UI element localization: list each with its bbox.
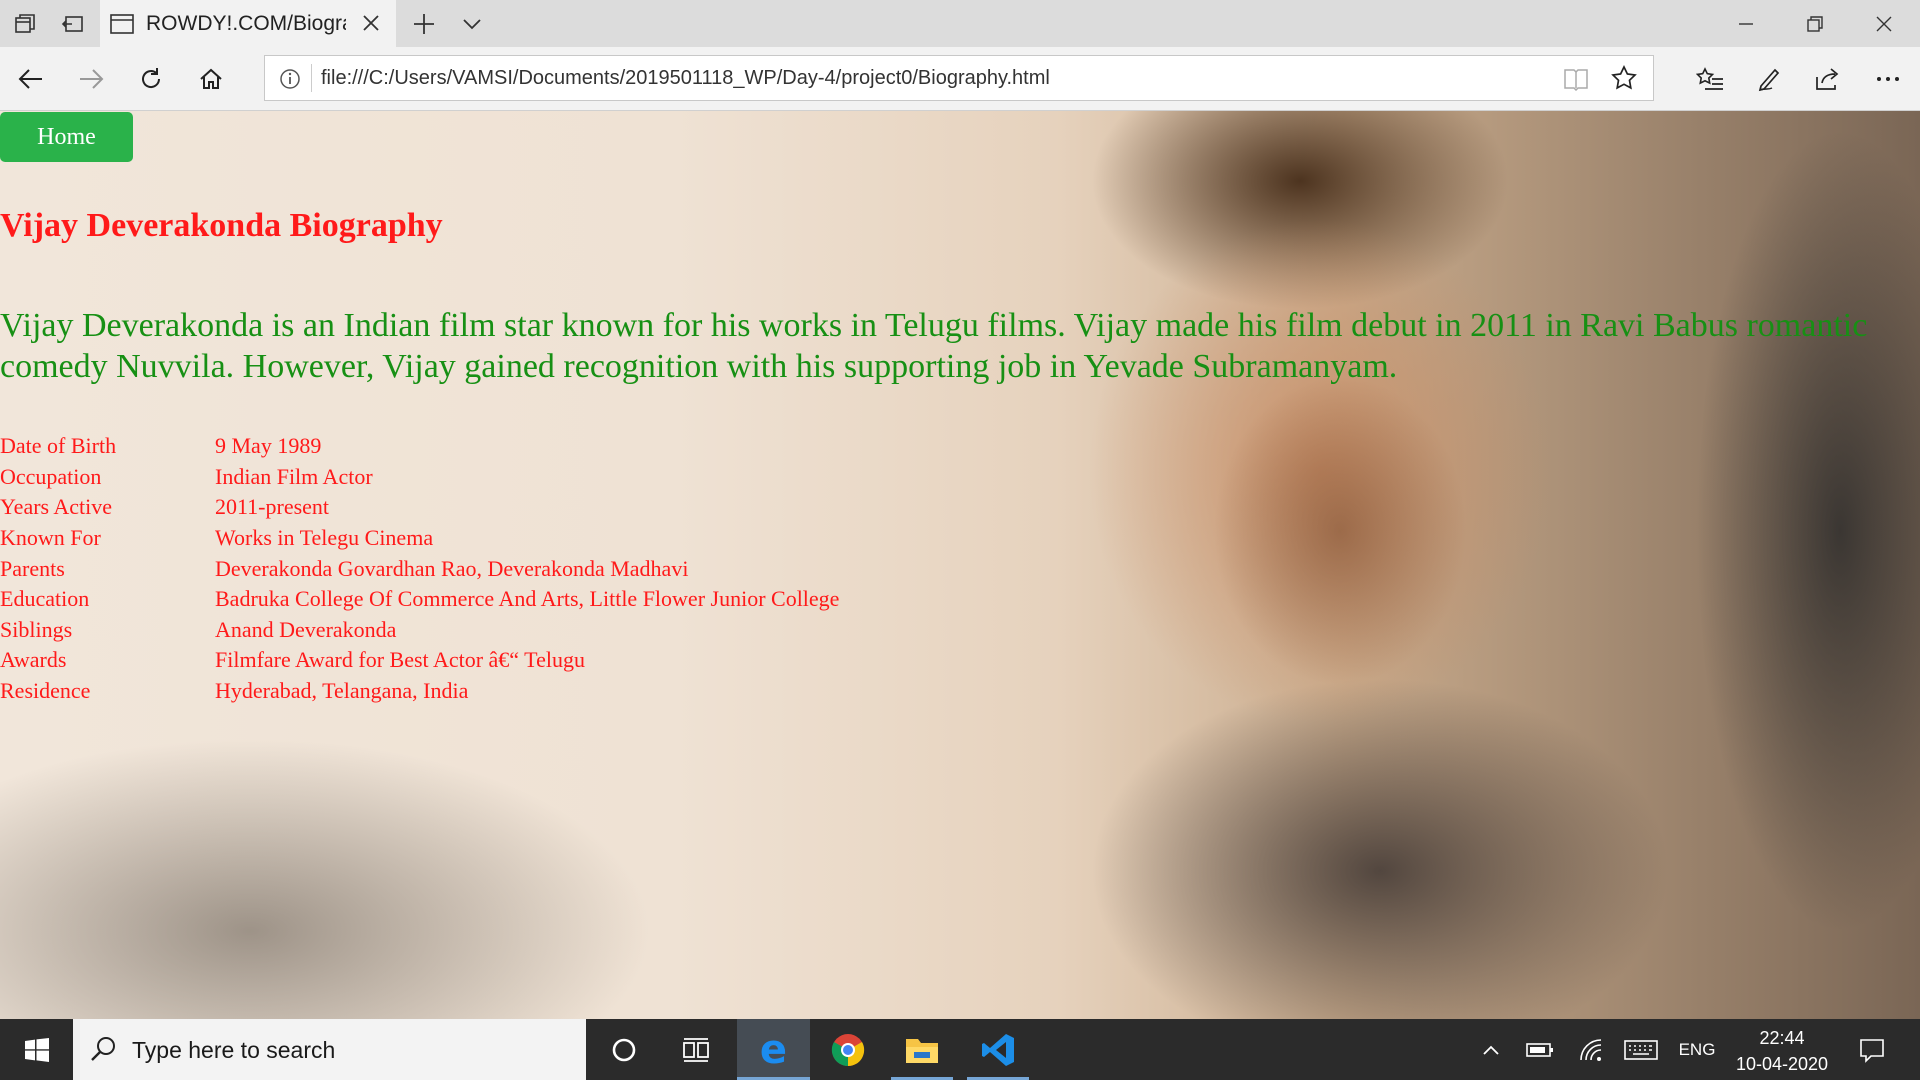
- fact-row: Known For Works in Telegu Cinema: [0, 523, 839, 554]
- reading-view-icon[interactable]: [1563, 67, 1589, 96]
- bio-paragraph: Vijay Deverakonda is an Indian film star…: [0, 307, 1868, 385]
- fact-label: Residence: [0, 678, 91, 704]
- restore-icon[interactable]: [1781, 0, 1849, 47]
- fact-label: Date of Birth: [0, 433, 117, 459]
- active-tab[interactable]: ROWDY!.COM/Biography: [100, 0, 396, 47]
- url-divider: [311, 64, 312, 92]
- fact-value: 2011-present: [215, 494, 330, 520]
- fact-label: Occupation: [0, 463, 102, 489]
- fact-value: Works in Telegu Cinema: [215, 525, 434, 551]
- fact-value: 9 May 1989: [215, 433, 322, 459]
- home-icon[interactable]: [189, 57, 233, 101]
- new-tab-icon[interactable]: [407, 8, 441, 40]
- fact-row: Residence Hyderabad, Telangana, India: [0, 676, 839, 707]
- task-view-icon[interactable]: [665, 1019, 727, 1080]
- navigation-bar: file:///C:/Users/VAMSI/Documents/2019501…: [0, 47, 1920, 111]
- fact-row: Date of Birth 9 May 1989: [0, 431, 839, 462]
- page-title: Vijay Deverakonda Biography: [0, 207, 443, 244]
- language-indicator[interactable]: ENG: [1672, 1019, 1722, 1080]
- fact-row: Awards Filmfare Award for Best Actor â€“ …: [0, 645, 839, 676]
- close-icon[interactable]: [362, 14, 380, 37]
- fact-row: Years Active 2011-present: [0, 492, 839, 523]
- info-icon[interactable]: [279, 68, 301, 95]
- search-icon: [89, 1035, 117, 1068]
- chevron-down-icon[interactable]: [455, 8, 489, 40]
- fact-row: Occupation Indian Film Actor: [0, 462, 839, 493]
- favorites-list-icon[interactable]: [1688, 57, 1732, 101]
- fact-value: Filmfare Award for Best Actor â€“ Telugu: [215, 647, 585, 673]
- fact-label: Awards: [0, 647, 67, 673]
- page-viewport: Home Vijay Deverakonda Biography Vijay D…: [0, 111, 1920, 1019]
- clock[interactable]: 22:44 10-04-2020: [1730, 1025, 1834, 1077]
- fact-value: Hyderabad, Telangana, India: [215, 678, 469, 704]
- vscode-icon[interactable]: [967, 1019, 1029, 1080]
- facts-table: Date of Birth 9 May 1989 Occupation Indian…: [0, 431, 839, 706]
- share-icon[interactable]: [1806, 57, 1850, 101]
- back-arrow-icon[interactable]: [9, 57, 53, 101]
- cortana-icon[interactable]: [593, 1019, 655, 1080]
- tab-bar: ROWDY!.COM/Biography: [0, 0, 1920, 47]
- clock-time: 22:44: [1759, 1028, 1805, 1048]
- clock-date: 10-04-2020: [1735, 1054, 1829, 1074]
- fact-row: Siblings Anand Deverakonda: [0, 615, 839, 646]
- chevron-up-icon[interactable]: [1476, 1019, 1506, 1080]
- minimize-icon[interactable]: [1712, 0, 1780, 47]
- fact-row: Education Badruka College Of Commerce And…: [0, 584, 839, 615]
- edge-icon[interactable]: e: [737, 1019, 810, 1080]
- taskbar-search-box[interactable]: Type here to search: [73, 1019, 586, 1080]
- fact-value: Anand Deverakonda: [215, 616, 397, 642]
- keyboard-icon[interactable]: [1622, 1019, 1660, 1080]
- tab-title: ROWDY!.COM/Biography: [146, 12, 346, 35]
- home-button[interactable]: Home: [0, 112, 133, 162]
- file-explorer-icon[interactable]: [891, 1019, 953, 1080]
- back-tabs-icon[interactable]: [56, 8, 90, 40]
- fact-value: Deverakonda Govardhan Rao, Deverakonda M…: [215, 555, 689, 581]
- search-placeholder: Type here to search: [132, 1037, 336, 1063]
- fact-label: Years Active: [0, 494, 113, 520]
- pen-icon[interactable]: [1748, 57, 1792, 101]
- url-text[interactable]: file:///C:/Users/VAMSI/Documents/2019501…: [321, 67, 1050, 90]
- fact-value: Indian Film Actor: [215, 463, 373, 489]
- fact-label: Known For: [0, 525, 101, 551]
- favorite-star-icon[interactable]: [1611, 65, 1637, 96]
- start-windows-icon[interactable]: [6, 1019, 68, 1080]
- fact-row: Parents Deverakonda Govardhan Rao, Devera…: [0, 553, 839, 584]
- tab-manager-icon[interactable]: [8, 8, 42, 40]
- refresh-icon[interactable]: [129, 57, 173, 101]
- fact-label: Education: [0, 586, 90, 612]
- fact-label: Siblings: [0, 616, 73, 642]
- chrome-icon[interactable]: [817, 1019, 879, 1080]
- address-bar[interactable]: file:///C:/Users/VAMSI/Documents/2019501…: [264, 55, 1654, 101]
- taskbar: Type here to search e ENG 22:44 10-04-20…: [0, 1019, 1920, 1080]
- wifi-icon[interactable]: [1574, 1019, 1610, 1080]
- fact-label: Parents: [0, 555, 65, 581]
- window-close-icon[interactable]: [1850, 0, 1918, 47]
- more-icon[interactable]: [1866, 57, 1910, 101]
- notifications-icon[interactable]: [1850, 1019, 1894, 1080]
- fact-value: Badruka College Of Commerce And Arts, Li…: [215, 586, 840, 612]
- battery-icon[interactable]: [1522, 1019, 1558, 1080]
- page-icon: [110, 13, 134, 40]
- forward-arrow-icon[interactable]: [69, 57, 113, 101]
